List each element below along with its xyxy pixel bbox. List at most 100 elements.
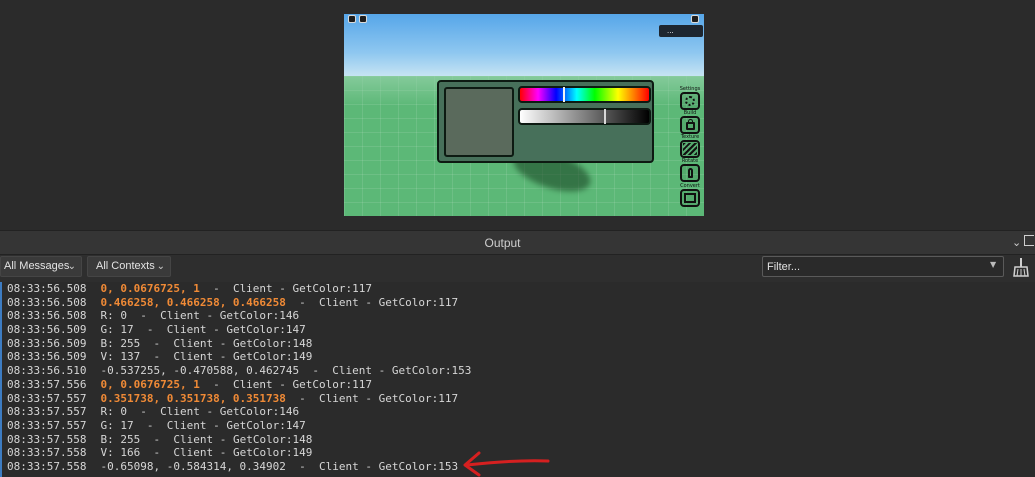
color-preview-swatch: [444, 87, 514, 157]
log-message: B: 255: [100, 432, 141, 446]
log-timestamp: 08:33:56.509: [7, 350, 87, 364]
log-source: - Client - GetColor:148: [140, 336, 313, 350]
contexts-filter-value: All Contexts: [96, 260, 155, 272]
log-source: - Client - GetColor:146: [126, 405, 300, 419]
log-source: - Client - GetColor:147: [133, 418, 306, 432]
figure-icon: [688, 168, 693, 178]
value-slider-handle[interactable]: [604, 109, 606, 124]
log-message: R: 0: [100, 309, 127, 323]
log-timestamp: 08:33:57.557: [7, 391, 87, 405]
build-tool-box[interactable]: [680, 116, 700, 134]
color-picker-panel: [437, 80, 654, 163]
log-message: R: 0: [100, 405, 127, 419]
annotation-arrow-icon: [463, 451, 550, 477]
rotate-tool-button[interactable]: Rotate: [679, 158, 701, 182]
log-source: - Client - GetColor:146: [126, 309, 300, 323]
log-source: - Client - GetColor:153: [299, 364, 472, 378]
log-timestamp: 08:33:56.509: [7, 323, 87, 337]
chat-button[interactable]: [359, 15, 367, 23]
log-message: 0.466258, 0.466258, 0.466258: [100, 295, 286, 309]
log-timestamp: 08:33:56.508: [7, 309, 87, 323]
chevron-down-icon: ⌄: [156, 261, 165, 272]
log-source: - Client - GetColor:117: [285, 295, 459, 309]
viewport-area: ... Settings Build Texture Rotate Conver…: [0, 0, 1035, 230]
log-accent-bar: [0, 282, 2, 477]
value-slider[interactable]: [518, 108, 651, 125]
log-line[interactable]: 08:33:57.557 0.351738, 0.351738, 0.351738…: [7, 392, 1027, 406]
roblox-menu-button[interactable]: [348, 15, 356, 23]
filter-input[interactable]: [762, 256, 1004, 277]
dashed-square-icon: [684, 193, 696, 203]
log-line[interactable]: 08:33:56.508 0.466258, 0.466258, 0.466258…: [7, 296, 1027, 310]
output-header: Output ⌄: [0, 230, 1035, 255]
log-message: V: 137: [100, 350, 141, 364]
top-right-menu-button[interactable]: [691, 15, 699, 23]
output-title: Output: [484, 236, 521, 250]
log-message: 0, 0.0676725, 1: [100, 282, 200, 295]
log-source: - Client - GetColor:153: [285, 459, 459, 473]
contexts-filter-dropdown[interactable]: All Contexts ⌄: [87, 256, 171, 277]
log-line[interactable]: 08:33:57.558 B: 255 - Client - GetColor:1…: [7, 433, 1027, 447]
log-message: 0, 0.0676725, 1: [100, 377, 200, 391]
log-message: 0.351738, 0.351738, 0.351738: [100, 391, 286, 405]
messages-filter-dropdown[interactable]: All Messages ⌄: [0, 256, 82, 277]
undock-icon[interactable]: [1024, 235, 1034, 246]
log-line[interactable]: 08:33:56.509 B: 255 - Client - GetColor:1…: [7, 337, 1027, 351]
log-timestamp: 08:33:57.556: [7, 377, 87, 391]
convert-tool-button[interactable]: Convert: [679, 183, 701, 207]
log-message: G: 17: [100, 418, 134, 432]
log-source: - Client - GetColor:117: [199, 282, 373, 295]
sky: [344, 14, 704, 78]
log-source: - Client - GetColor:149: [140, 446, 313, 460]
log-line[interactable]: 08:33:56.509 G: 17 - Client - GetColor:14…: [7, 323, 1027, 337]
log-line[interactable]: 08:33:56.508 0, 0.0676725, 1 - Client - G…: [7, 282, 1027, 296]
log-timestamp: 08:33:57.558: [7, 446, 87, 460]
hue-slider[interactable]: [518, 86, 651, 103]
texture-icon: [683, 143, 697, 155]
texture-tool-button[interactable]: Texture: [679, 134, 701, 158]
log-timestamp: 08:33:57.558: [7, 459, 87, 473]
texture-tool-box[interactable]: [680, 140, 700, 158]
log-timestamp: 08:33:57.557: [7, 405, 87, 419]
caret-down-icon[interactable]: ▼: [990, 260, 996, 269]
log-lines: 08:33:56.508 0, 0.0676725, 1 - Client - G…: [7, 282, 1027, 474]
log-timestamp: 08:33:56.509: [7, 336, 87, 350]
log-message: V: 166: [100, 446, 141, 460]
player-list-badge[interactable]: ...: [659, 25, 703, 37]
log-line[interactable]: 08:33:56.509 V: 137 - Client - GetColor:1…: [7, 350, 1027, 364]
log-timestamp: 08:33:57.558: [7, 432, 87, 446]
log-timestamp: 08:33:56.508: [7, 295, 87, 309]
chevron-down-icon: ⌄: [67, 261, 76, 272]
broom-icon[interactable]: [1012, 257, 1030, 277]
log-source: - Client - GetColor:117: [199, 377, 373, 391]
log-line[interactable]: 08:33:57.556 0, 0.0676725, 1 - Client - G…: [7, 378, 1027, 392]
log-source: - Client - GetColor:149: [140, 350, 313, 364]
bag-icon: [686, 122, 695, 130]
log-timestamp: 08:33:56.508: [7, 282, 87, 295]
settings-tool-button[interactable]: Settings: [679, 86, 701, 110]
log-message: -0.65098, -0.584314, 0.34902: [100, 459, 286, 473]
output-panel: Output ⌄ All Messages ⌄ All Contexts ⌄ ▼…: [0, 230, 1035, 477]
gear-icon: [685, 96, 695, 106]
log-source: - Client - GetColor:117: [285, 391, 459, 405]
log-message: -0.537255, -0.470588, 0.462745: [100, 364, 300, 378]
game-view[interactable]: ... Settings Build Texture Rotate Conver…: [344, 14, 704, 216]
log-timestamp: 08:33:56.510: [7, 364, 87, 378]
log-line[interactable]: 08:33:57.557 G: 17 - Client - GetColor:14…: [7, 419, 1027, 433]
settings-tool-box[interactable]: [680, 92, 700, 110]
messages-filter-value: All Messages: [4, 260, 70, 272]
log-line[interactable]: 08:33:56.508 R: 0 - Client - GetColor:146: [7, 309, 1027, 323]
rotate-tool-box[interactable]: [680, 164, 700, 182]
hue-slider-handle[interactable]: [563, 87, 565, 102]
log-message: B: 255: [100, 336, 141, 350]
convert-tool-box[interactable]: [680, 189, 700, 207]
log-line[interactable]: 08:33:57.557 R: 0 - Client - GetColor:146: [7, 405, 1027, 419]
log-line[interactable]: 08:33:56.510 -0.537255, -0.470588, 0.4627…: [7, 364, 1027, 378]
build-tool-button[interactable]: Build: [679, 110, 701, 134]
log-source: - Client - GetColor:147: [133, 323, 306, 337]
output-toolbar: All Messages ⌄ All Contexts ⌄ ▼: [0, 255, 1035, 282]
log-source: - Client - GetColor:148: [140, 432, 313, 446]
log-message: G: 17: [100, 323, 134, 337]
chevron-down-icon[interactable]: ⌄: [1012, 236, 1021, 249]
log-timestamp: 08:33:57.557: [7, 418, 87, 432]
